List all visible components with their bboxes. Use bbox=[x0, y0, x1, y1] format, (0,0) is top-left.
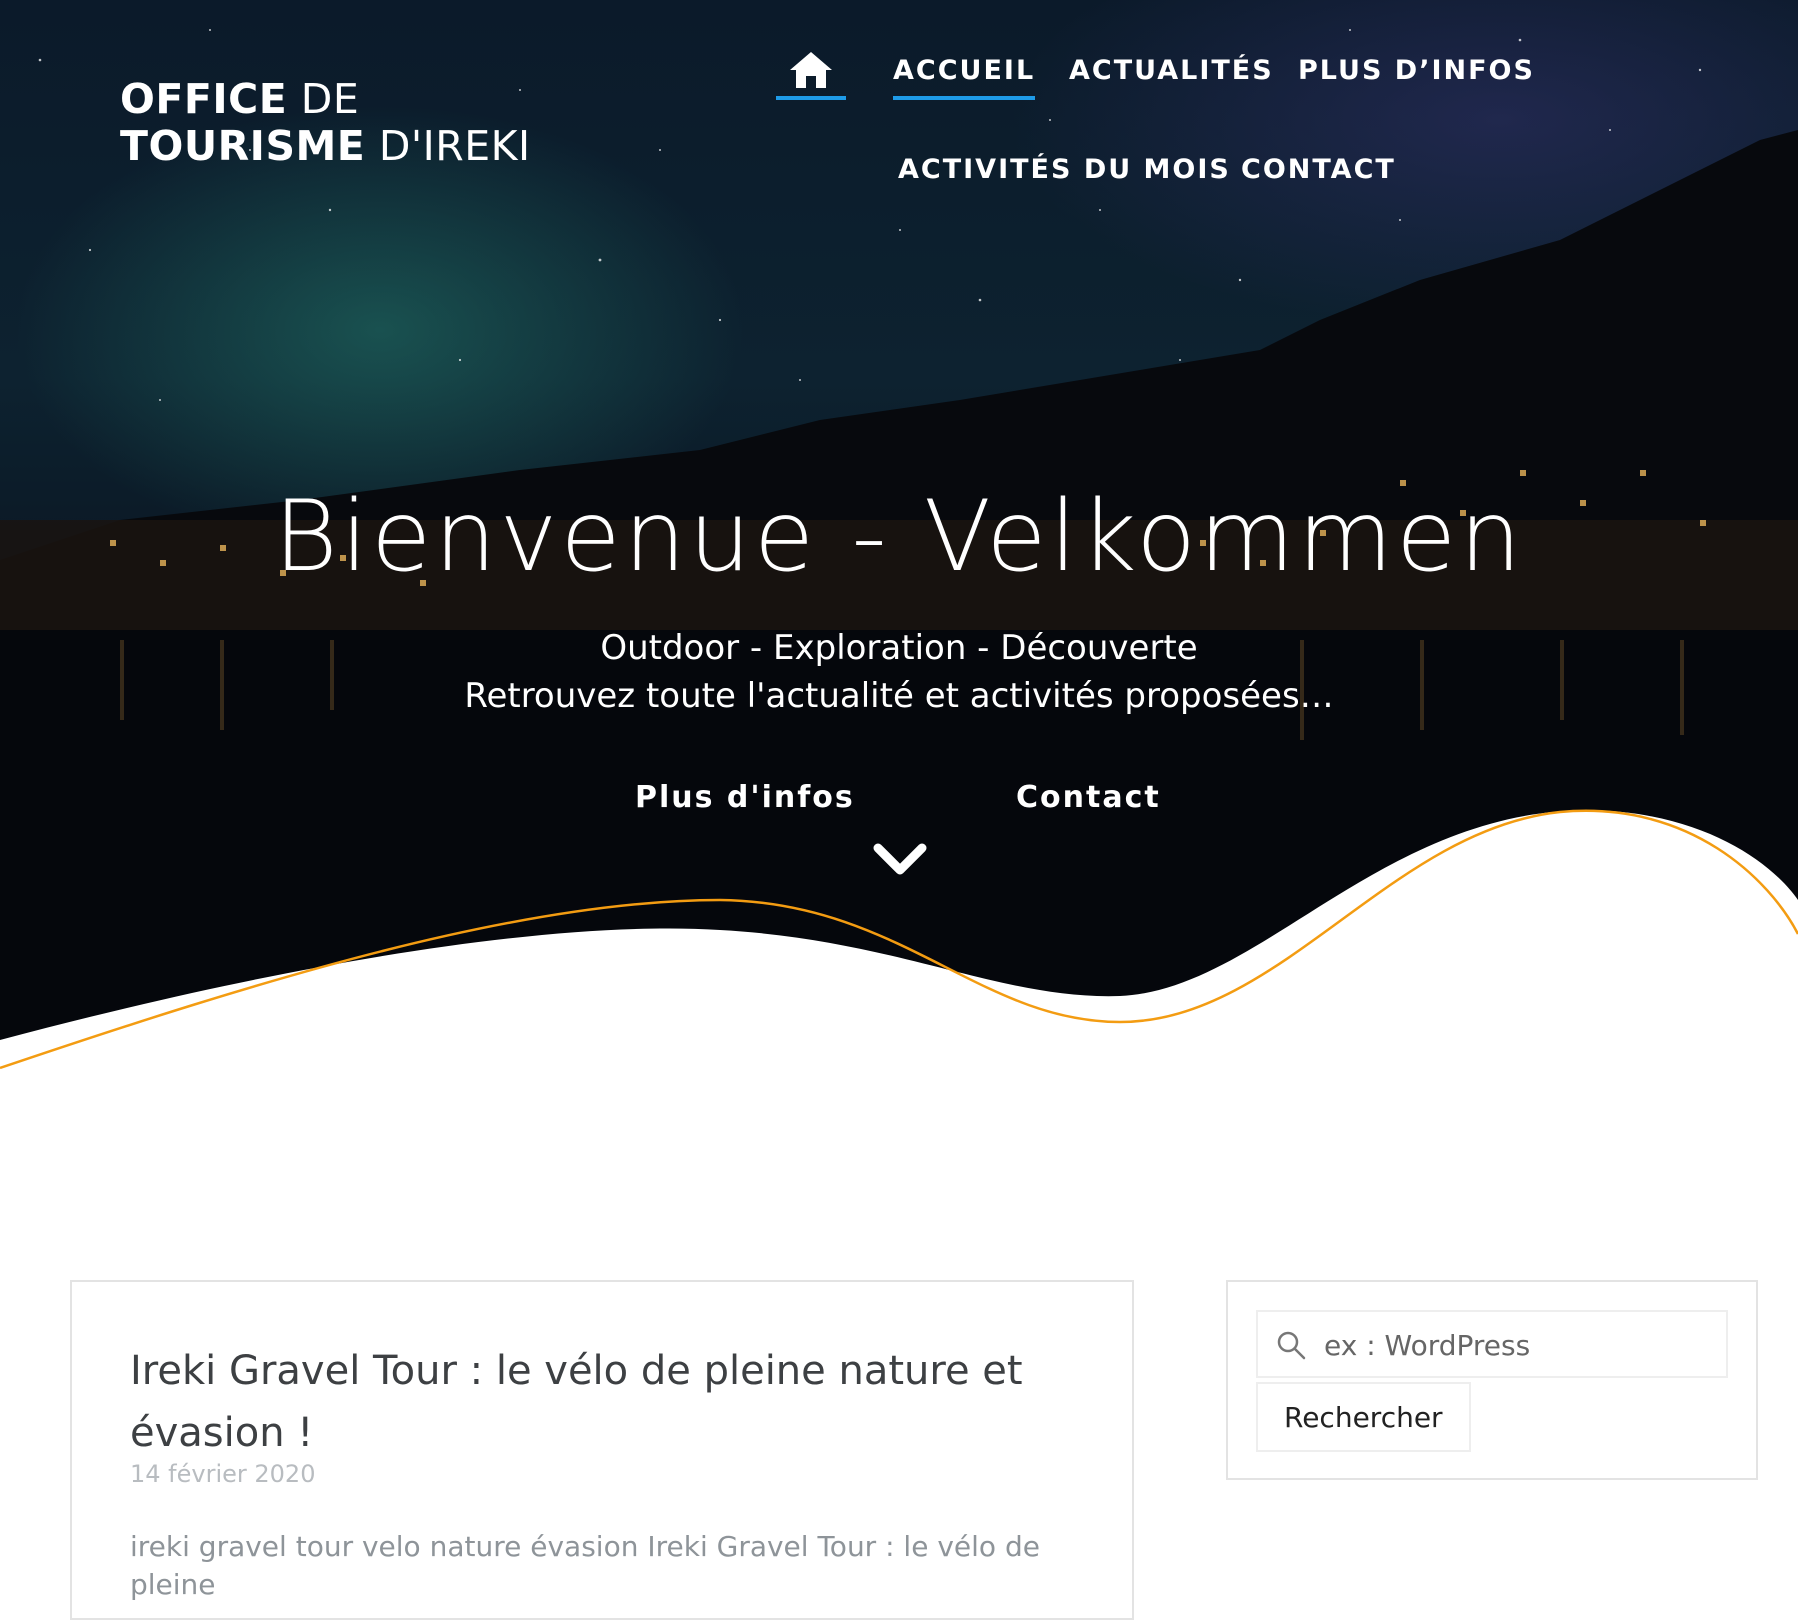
post-card: Ireki Gravel Tour : le vélo de pleine na… bbox=[70, 1280, 1134, 1620]
main-navigation: ACCUEIL ACTUALITÉS PLUS D’INFOS ACTIVITÉ… bbox=[0, 0, 1798, 200]
hero-button-contact[interactable]: Contact bbox=[1016, 780, 1161, 815]
hero-subtitle-1: Outdoor - Exploration - Découverte bbox=[600, 628, 1198, 668]
post-title[interactable]: Ireki Gravel Tour : le vélo de pleine na… bbox=[130, 1340, 1030, 1464]
hero-button-plus-infos[interactable]: Plus d'infos bbox=[635, 780, 855, 815]
search-button[interactable]: Rechercher bbox=[1256, 1382, 1471, 1452]
nav-home[interactable] bbox=[776, 48, 846, 100]
nav-item-actualites[interactable]: ACTUALITÉS bbox=[1069, 55, 1274, 86]
post-excerpt: ireki gravel tour velo nature évasion Ir… bbox=[130, 1530, 1040, 1601]
search-input[interactable] bbox=[1322, 1312, 1722, 1378]
nav-item-plus-infos[interactable]: PLUS D’INFOS bbox=[1298, 55, 1535, 86]
search-box bbox=[1256, 1310, 1728, 1378]
nav-item-activites-du-mois[interactable]: ACTIVITÉS DU MOIS bbox=[898, 154, 1231, 185]
search-icon bbox=[1277, 1331, 1306, 1360]
chevron-down-icon[interactable] bbox=[872, 840, 928, 880]
hero-section: OFFICE DE TOURISME D'IREKI ACCUEIL ACTUA… bbox=[0, 0, 1798, 1080]
nav-item-accueil[interactable]: ACCUEIL bbox=[893, 55, 1036, 100]
nav-item-contact[interactable]: CONTACT bbox=[1241, 154, 1396, 185]
post-date: 14 février 2020 bbox=[130, 1460, 316, 1488]
home-icon bbox=[790, 52, 832, 88]
hero-subtitle-2: Retrouvez toute l'actualité et activités… bbox=[464, 676, 1334, 716]
nav-home-underline bbox=[776, 96, 846, 100]
search-widget: Rechercher bbox=[1226, 1280, 1758, 1480]
hero-title: Bienvenue - Velkommen bbox=[273, 480, 1525, 594]
